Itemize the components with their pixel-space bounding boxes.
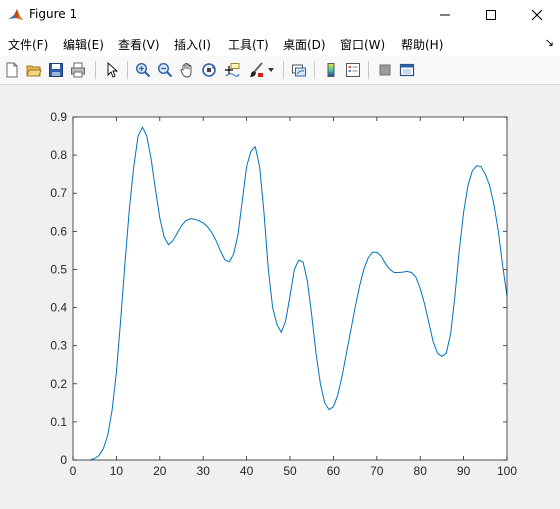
select-arrow-icon[interactable]	[102, 60, 122, 80]
toolbar-separator	[127, 61, 128, 79]
title-bar: Figure 1	[0, 0, 560, 30]
brush-icon[interactable]	[246, 60, 266, 80]
x-tick-label: 60	[327, 464, 341, 478]
x-tick-label: 50	[283, 464, 297, 478]
menu-help[interactable]: 帮助(H)	[401, 36, 443, 53]
x-tick-label: 90	[457, 464, 471, 478]
toolbar-separator	[95, 61, 96, 79]
pan-hand-icon[interactable]	[177, 60, 197, 80]
minimize-button[interactable]	[422, 0, 468, 30]
x-tick-label: 40	[240, 464, 254, 478]
window-title: Figure 1	[29, 7, 78, 21]
new-figure-icon[interactable]	[2, 60, 22, 80]
hide-plot-tools-icon[interactable]	[375, 60, 395, 80]
matlab-logo-icon	[8, 7, 24, 23]
maximize-button[interactable]	[468, 0, 514, 30]
y-tick-label: 0.7	[50, 186, 67, 200]
menu-insert[interactable]: 插入(I)	[174, 36, 211, 53]
y-tick-label: 0.3	[50, 339, 67, 353]
open-file-icon[interactable]	[24, 60, 44, 80]
y-tick-label: 0.1	[50, 415, 67, 429]
toolbar-separator	[368, 61, 369, 79]
menu-view[interactable]: 查看(V)	[118, 36, 160, 53]
x-tick-label: 10	[110, 464, 124, 478]
y-tick-label: 0.5	[50, 262, 67, 276]
menu-window[interactable]: 窗口(W)	[340, 36, 385, 53]
data-cursor-icon[interactable]	[222, 60, 242, 80]
menu-desktop[interactable]: 桌面(D)	[283, 36, 326, 53]
toolbar-separator	[283, 61, 284, 79]
close-button[interactable]	[514, 0, 560, 30]
menu-tools[interactable]: 工具(T)	[228, 36, 269, 53]
x-tick-label: 20	[153, 464, 167, 478]
legend-icon[interactable]	[343, 60, 363, 80]
menu-bar: 文件(F) 编辑(E) 查看(V) 插入(I) 工具(T) 桌面(D) 窗口(W…	[0, 30, 560, 56]
zoom-out-icon[interactable]	[155, 60, 175, 80]
y-tick-label: 0	[60, 453, 67, 467]
menu-edit[interactable]: 编辑(E)	[63, 36, 104, 53]
x-tick-label: 30	[197, 464, 211, 478]
x-tick-label: 80	[414, 464, 428, 478]
rotate-3d-icon[interactable]	[199, 60, 219, 80]
line-chart[interactable]: 0 10 20 30 40 50 60 70 80 90 100 0 0.1 0.2 0.3 0.4 0.5 0.…	[0, 85, 560, 506]
axes-background	[73, 117, 507, 460]
y-tick-label: 0.6	[50, 224, 67, 238]
print-icon[interactable]	[68, 60, 88, 80]
y-tick-label: 0.4	[50, 301, 67, 315]
x-tick-label: 0	[70, 464, 77, 478]
dock-arrow-icon[interactable]: ↘	[545, 36, 554, 49]
colorbar-icon[interactable]	[321, 60, 341, 80]
figure-toolbar	[0, 56, 560, 85]
zoom-in-icon[interactable]	[133, 60, 153, 80]
y-tick-label: 0.2	[50, 377, 67, 391]
figure-canvas: 0 10 20 30 40 50 60 70 80 90 100 0 0.1 0.2 0.3 0.4 0.5 0.…	[0, 85, 560, 506]
brush-dropdown-icon[interactable]	[266, 60, 276, 80]
save-icon[interactable]	[46, 60, 66, 80]
x-tick-label: 70	[370, 464, 384, 478]
link-plot-icon[interactable]	[289, 60, 309, 80]
y-tick-label: 0.8	[50, 148, 67, 162]
toolbar-separator	[314, 61, 315, 79]
show-plot-tools-icon[interactable]	[397, 60, 417, 80]
menu-file[interactable]: 文件(F)	[8, 36, 48, 53]
y-tick-label: 0.9	[50, 110, 67, 124]
x-tick-label: 100	[497, 464, 517, 478]
